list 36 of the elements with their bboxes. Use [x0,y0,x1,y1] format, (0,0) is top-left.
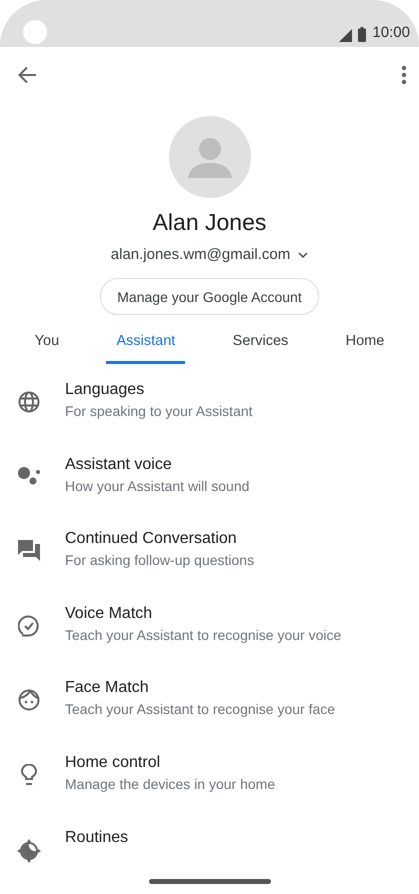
setting-description: How your Assistant will sound [65,476,250,496]
account-name: Alan Jones [152,208,266,236]
sun-moon-icon [17,838,41,863]
lightbulb-icon [21,764,37,786]
tab[interactable]: You [24,325,70,364]
setting-title[interactable]: Routines [65,828,128,848]
setting-title[interactable]: Home control [65,752,276,773]
setting-title[interactable]: Face Match [65,678,336,698]
assistant-dots-icon [17,466,41,486]
setting-title[interactable]: Continued Conversation [65,529,254,550]
manage-account-button[interactable]: Manage your Google Account [100,278,319,315]
check-bubble-icon [18,614,40,637]
dropdown-caret-icon[interactable] [298,252,308,258]
globe-icon [18,391,40,413]
tab[interactable]: Services [222,325,298,364]
tab[interactable]: Assistant [106,325,186,364]
back-arrow-icon[interactable] [17,66,37,84]
setting-description: Manage the devices in your home [65,774,276,794]
setting-title[interactable]: Voice Match [65,604,342,624]
face-icon [18,689,40,712]
setting-description: Teach your Assistant to recognise your face [65,700,336,720]
camera-cutout [23,20,47,44]
setting-title[interactable]: Assistant voice [65,454,250,475]
avatar-icon [168,116,250,198]
tab[interactable]: Home [336,325,394,364]
home-gesture-handle[interactable] [148,878,270,884]
status-time: 10:00 [372,24,410,42]
setting-title[interactable]: Languages [65,380,253,400]
more-options-icon[interactable] [401,65,407,85]
setting-description: Teach your Assistant to recognise your voice [65,626,342,645]
chat-bubbles-icon [18,540,40,562]
setting-description: For asking follow-up questions [65,551,254,570]
battery-icon [358,27,366,42]
account-email: alan.jones.wm@gmail.com [110,246,290,263]
signal-icon [339,29,352,42]
setting-description: For speaking to your Assistant [65,402,253,421]
